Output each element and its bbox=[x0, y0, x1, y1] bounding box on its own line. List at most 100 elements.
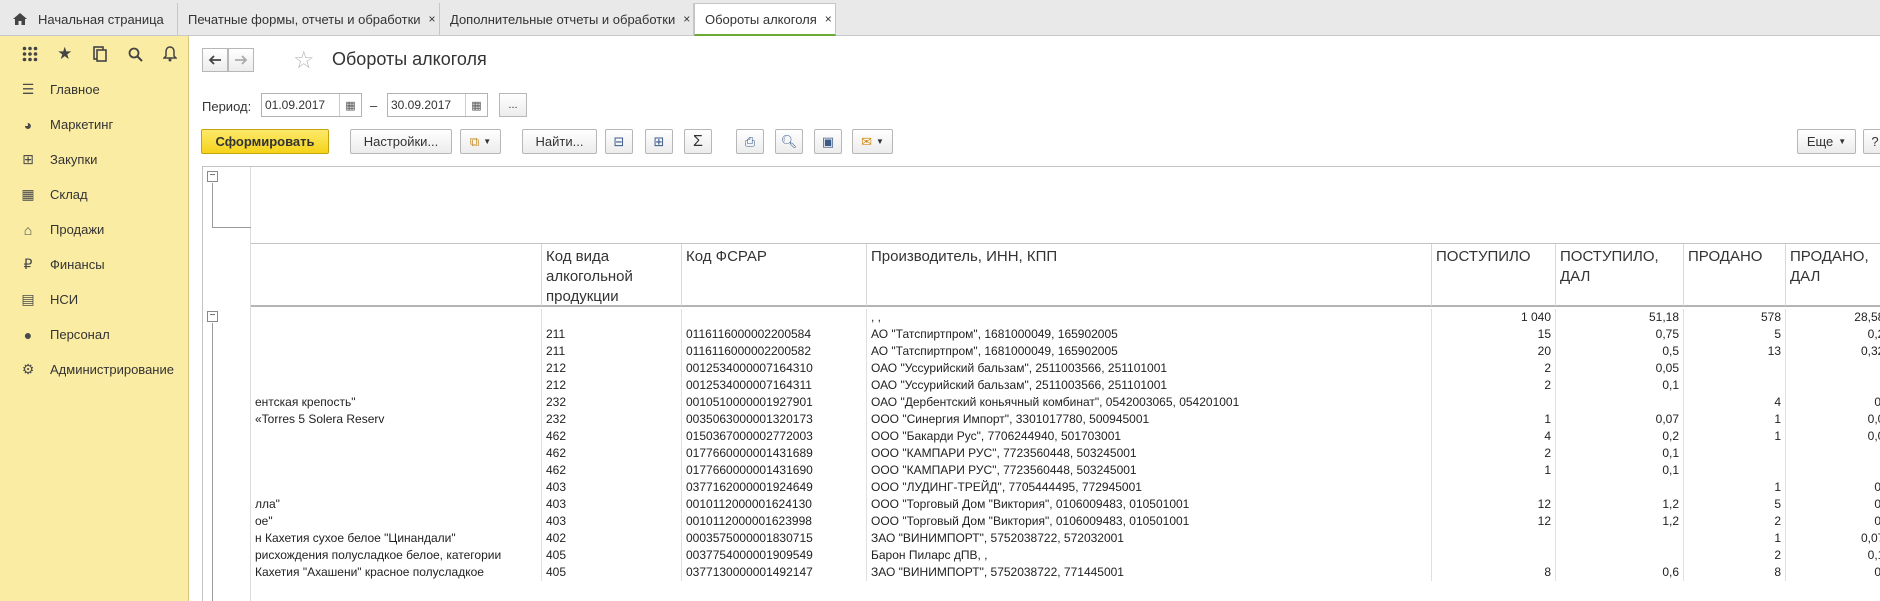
date-from-value: 01.09.2017 bbox=[265, 98, 326, 112]
sum-icon[interactable]: Σ bbox=[684, 129, 712, 154]
cell-sold-dal: 0,075 bbox=[1785, 530, 1880, 547]
date-from-field[interactable]: 01.09.2017 ▦ bbox=[261, 93, 362, 117]
search-icon[interactable] bbox=[118, 39, 153, 69]
cell-in-dal: 0,1 bbox=[1555, 462, 1683, 479]
table-row[interactable]: ентская крепость" 232 0010510000001927901 О… bbox=[251, 394, 1880, 411]
sidebar-item-label: Склад bbox=[50, 187, 88, 202]
settings-button[interactable]: Настройки... bbox=[350, 129, 452, 154]
table-row[interactable]: 462 0177660000001431690 ООО "КАМПАРИ РУС",… bbox=[251, 462, 1880, 479]
cell-code: 403 bbox=[541, 479, 681, 496]
calendar-icon[interactable]: ▦ bbox=[465, 94, 487, 116]
cell-producer: ООО "КАМПАРИ РУС", 7723560448, 503245001 bbox=[866, 462, 1431, 479]
forward-button[interactable] bbox=[228, 48, 254, 72]
history-icon[interactable] bbox=[82, 39, 117, 69]
collapse-groups-icon[interactable]: ⊟ bbox=[605, 129, 633, 154]
cell-sold: 8 bbox=[1683, 564, 1785, 581]
sidebar-item-label: НСИ bbox=[50, 292, 79, 307]
sidebar-item-label: Закупки bbox=[50, 152, 98, 167]
cell-producer: ООО "Синергия Импорт", 3301017780, 50094… bbox=[866, 411, 1431, 428]
table-row[interactable]: н Кахетия сухое белое "Цинандали" 402 0003… bbox=[251, 530, 1880, 547]
expand-groups-icon[interactable]: ⊞ bbox=[645, 129, 673, 154]
table-row[interactable]: 403 0377162000001924649 ООО "ЛУДИНГ-ТРЕЙД"… bbox=[251, 479, 1880, 496]
sidebar-item-administration[interactable]: ⚙ Администрирование bbox=[0, 352, 188, 387]
print-icon[interactable]: ⎙ bbox=[736, 129, 764, 154]
report-grid[interactable]: − − Код вида алкогольной продукции Код Ф… bbox=[202, 166, 1880, 601]
sidebar-item-nsi[interactable]: ▤ НСИ bbox=[0, 282, 188, 317]
close-icon[interactable]: × bbox=[825, 12, 832, 26]
cell-sold-dal: 0,05 bbox=[1785, 428, 1880, 445]
tab-additional-reports[interactable]: Дополнительные отчеты и обработки × bbox=[440, 3, 694, 35]
collapse-toggle-icon[interactable]: − bbox=[207, 171, 218, 182]
table-row[interactable]: 462 0177660000001431689 ООО "КАМПАРИ РУС",… bbox=[251, 445, 1880, 462]
cell-in: 4 bbox=[1431, 428, 1555, 445]
table-row[interactable]: лла" 403 0010112000001624130 ООО "Торговый … bbox=[251, 496, 1880, 513]
generate-button[interactable]: Сформировать bbox=[201, 129, 329, 154]
cell-sold-dal bbox=[1785, 377, 1880, 394]
favorite-star-icon[interactable]: ☆ bbox=[293, 46, 315, 75]
col-header-sold-dal: ПРОДАНО, ДАЛ bbox=[1785, 244, 1880, 306]
sidebar-item-finance[interactable]: ₽ Финансы bbox=[0, 247, 188, 282]
sidebar-item-purchases[interactable]: ⊞ Закупки bbox=[0, 142, 188, 177]
cell-name: рисхождения полусладкое белое, категории bbox=[255, 548, 502, 562]
close-icon[interactable]: × bbox=[429, 12, 436, 26]
cell-sold-dal bbox=[1785, 462, 1880, 479]
table-row[interactable]: 462 0150367000002772003 ООО "Бакарди Рус",… bbox=[251, 428, 1880, 445]
book-icon: ▤ bbox=[21, 291, 35, 307]
cell-name: Кахетия "Ахашени" красное полусладкое bbox=[255, 565, 484, 579]
tab-home[interactable]: Начальная страница bbox=[0, 3, 178, 35]
coin-icon: ₽ bbox=[23, 256, 33, 272]
group-gutter: − − bbox=[203, 167, 251, 601]
cell-sold: 1 bbox=[1683, 530, 1785, 547]
sidebar-item-personnel[interactable]: ● Персонал bbox=[0, 317, 188, 352]
cell-in-dal: 0,1 bbox=[1555, 377, 1683, 394]
close-icon[interactable]: × bbox=[683, 12, 690, 26]
table-row[interactable]: рисхождения полусладкое белое, категории… bbox=[251, 547, 1880, 564]
cell-code: 405 bbox=[541, 564, 681, 581]
cell-sold-dal: 0,25 bbox=[1785, 326, 1880, 343]
table-row[interactable]: «Torres 5 Solera Reserv 232 00350630000013… bbox=[251, 411, 1880, 428]
date-to-field[interactable]: 30.09.2017 ▦ bbox=[387, 93, 488, 117]
cell-code: 402 bbox=[541, 530, 681, 547]
table-row[interactable]: Кахетия "Ахашени" красное полусладкое 405… bbox=[251, 564, 1880, 581]
star-icon[interactable]: ★ bbox=[47, 39, 82, 69]
apps-grid-icon[interactable] bbox=[12, 39, 47, 69]
cell-fsrar: 0116116000002200582 bbox=[681, 343, 866, 360]
find-button[interactable]: Найти... bbox=[522, 129, 597, 154]
collapse-toggle-icon[interactable]: − bbox=[207, 311, 218, 322]
cell-sold bbox=[1683, 462, 1785, 479]
back-button[interactable] bbox=[202, 48, 228, 72]
save-icon[interactable]: ▣ bbox=[814, 129, 842, 154]
sidebar-item-marketing[interactable]: ◕ Маркетинг bbox=[0, 107, 188, 142]
cell-code: 211 bbox=[541, 343, 681, 360]
period-select-button[interactable]: ... bbox=[499, 93, 527, 117]
tab-print-forms[interactable]: Печатные формы, отчеты и обработки × bbox=[178, 3, 440, 35]
cell-name bbox=[251, 479, 541, 496]
calendar-icon[interactable]: ▦ bbox=[339, 94, 361, 116]
tab-alcohol-turnover[interactable]: Обороты алкоголя × bbox=[694, 3, 836, 36]
table-row[interactable]: 212 0012534000007164310 ОАО "Уссурийский б… bbox=[251, 360, 1880, 377]
more-button[interactable]: Еще ▼ bbox=[1797, 129, 1856, 154]
cell-sold-dal: 28,585 bbox=[1785, 309, 1880, 326]
cell-in-dal: 0,1 bbox=[1555, 445, 1683, 462]
total-row[interactable]: , ,1 04051,1857828,585 bbox=[251, 309, 1880, 326]
cell-sold bbox=[1683, 360, 1785, 377]
cell-producer: ООО "ЛУДИНГ-ТРЕЙД", 7705444495, 77294500… bbox=[866, 479, 1431, 496]
sidebar-item-warehouse[interactable]: ▦ Склад bbox=[0, 177, 188, 212]
help-button[interactable]: ? bbox=[1863, 129, 1880, 154]
table-row[interactable]: 211 0116116000002200584 АО "Татспиртпром",… bbox=[251, 326, 1880, 343]
table-row[interactable]: 212 0012534000007164311 ОАО "Уссурийский б… bbox=[251, 377, 1880, 394]
cell-fsrar: 0010112000001624130 bbox=[681, 496, 866, 513]
bell-icon[interactable] bbox=[153, 39, 188, 69]
table-row[interactable]: 211 0116116000002200582 АО "Татспиртпром",… bbox=[251, 343, 1880, 360]
cell-sold-dal: 0,07 bbox=[1785, 411, 1880, 428]
variants-dropdown[interactable]: ⧉ ▼ bbox=[460, 129, 501, 154]
preview-icon[interactable]: 🔍︎ bbox=[775, 129, 803, 154]
sidebar-item-main[interactable]: ☰ Главное bbox=[0, 72, 188, 107]
sidebar-item-sales[interactable]: ⌂ Продажи bbox=[0, 212, 188, 247]
cell-producer: ОАО "Уссурийский бальзам", 2511003566, 2… bbox=[866, 360, 1431, 377]
table-row[interactable]: ое" 403 0010112000001623998 ООО "Торговый Д… bbox=[251, 513, 1880, 530]
cell-sold-dal: 0,5 bbox=[1785, 496, 1880, 513]
cell-fsrar: 0010112000001623998 bbox=[681, 513, 866, 530]
send-email-dropdown[interactable]: ✉ ▼ bbox=[852, 129, 893, 154]
cell-name bbox=[251, 462, 541, 479]
